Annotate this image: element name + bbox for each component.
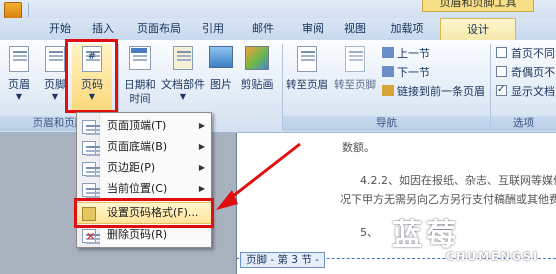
watermark-logo-text: 蓝莓 <box>392 218 460 253</box>
site-watermark: 蓝莓 CHUMENGSI <box>392 206 552 270</box>
annotation-arrow-shaft <box>227 142 301 202</box>
watermark-sub-text: CHUMENGSI <box>446 250 539 263</box>
word-window: 页眉和页脚工具 开始 插入 页面布局 引用 邮件 审阅 视图 加载项 设计 页眉… <box>0 0 556 274</box>
